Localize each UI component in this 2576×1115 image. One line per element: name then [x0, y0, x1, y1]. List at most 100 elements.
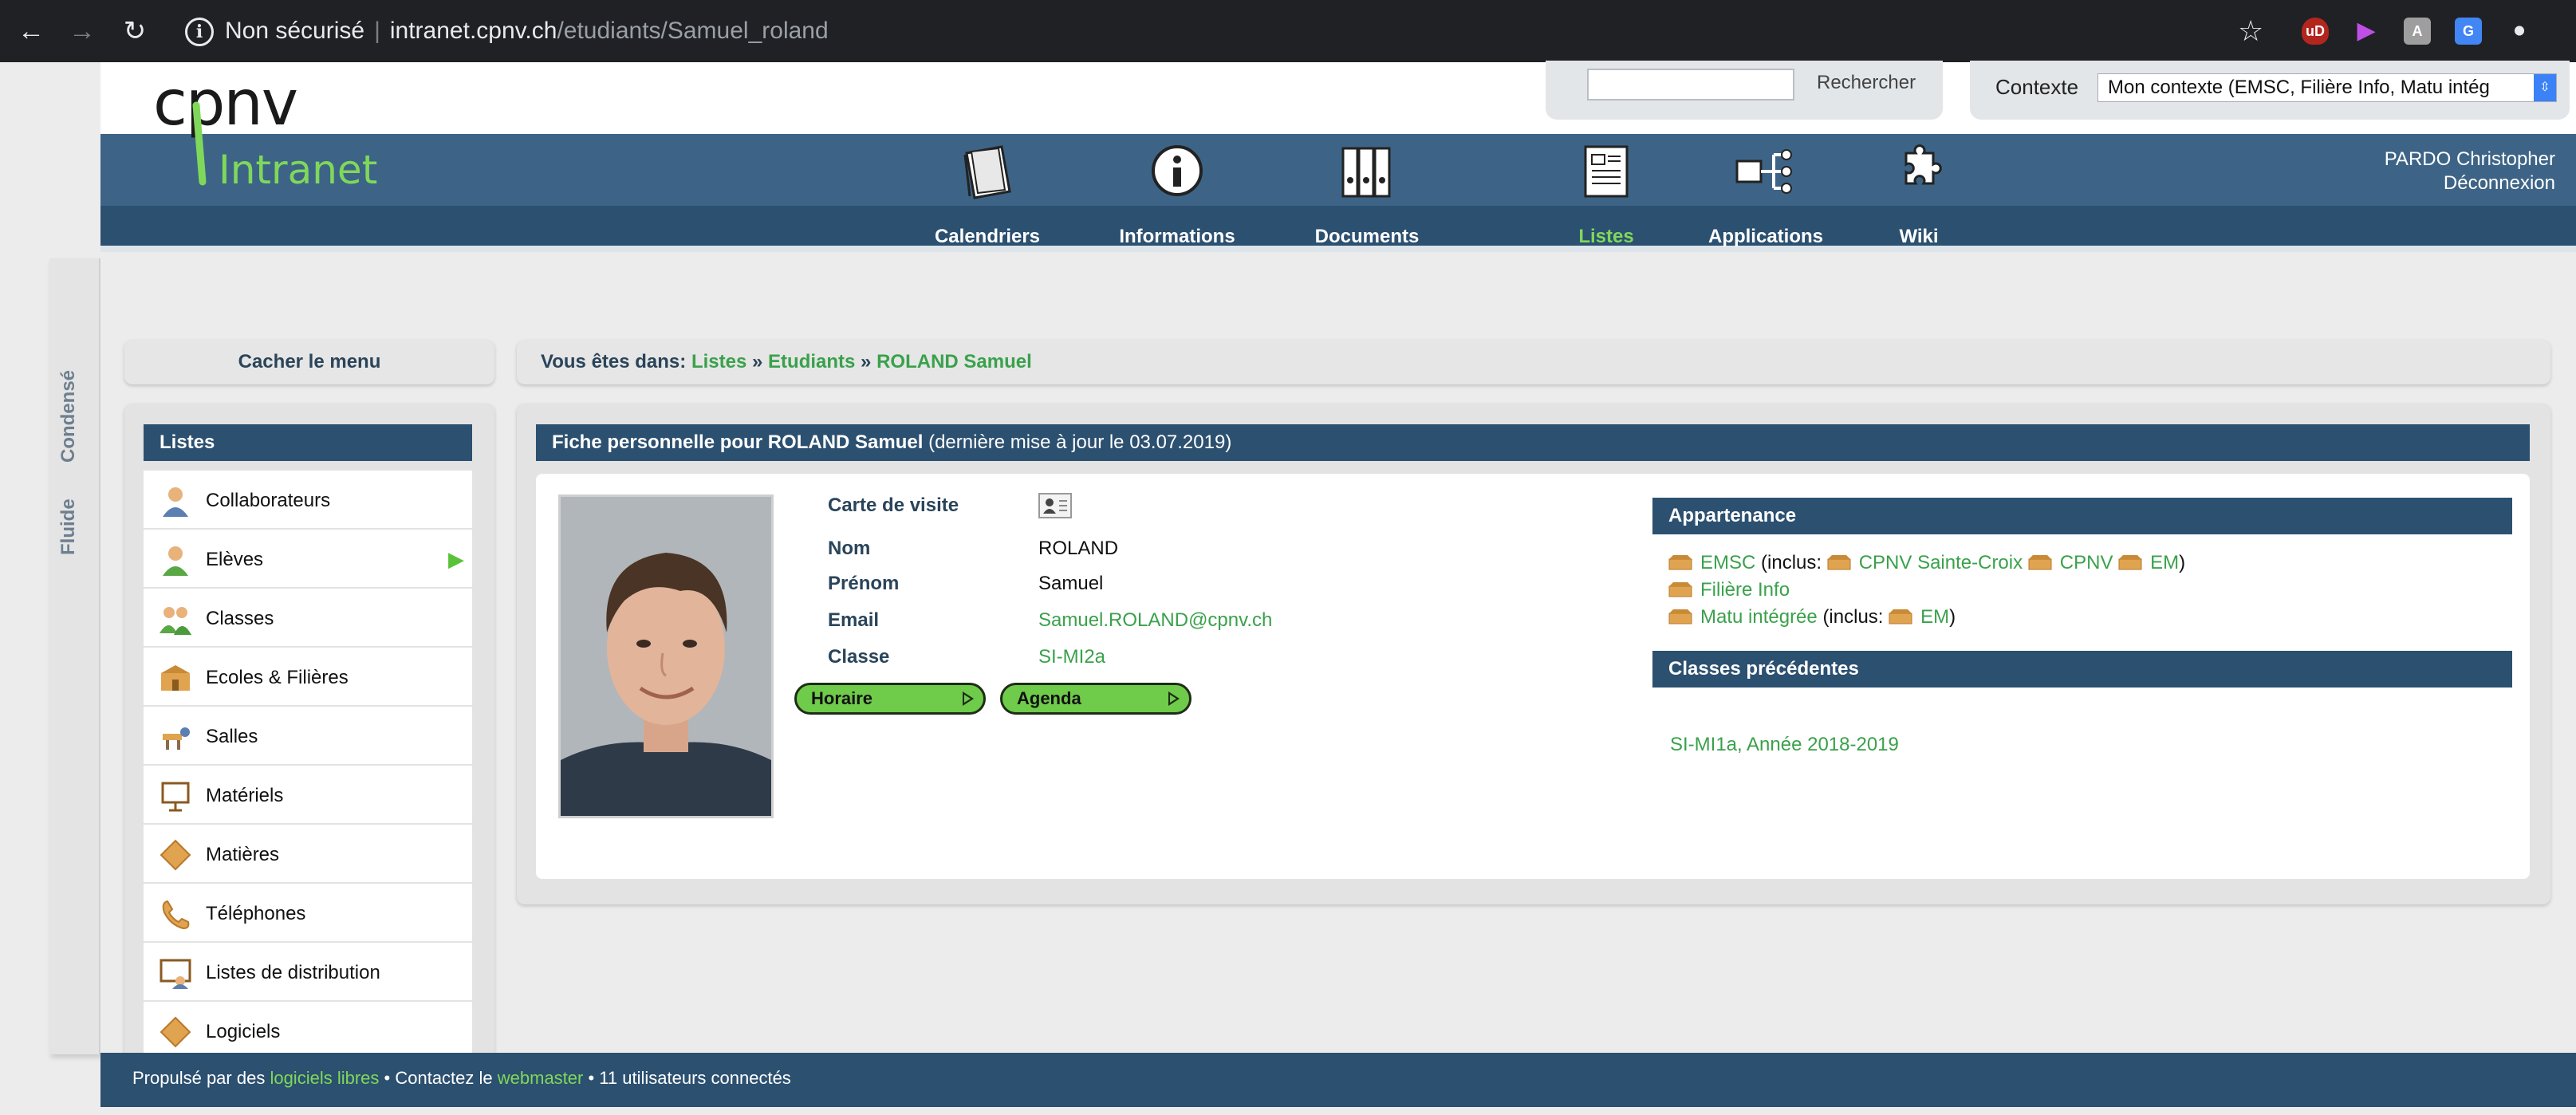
nav-listes[interactable]: Listes — [1518, 144, 1694, 248]
menu-item-materiels[interactable]: Matériels — [144, 766, 472, 825]
school-box-icon — [1668, 555, 1692, 570]
email-link[interactable]: Samuel.ROLAND@cpnv.ch — [1038, 609, 1272, 632]
nav-documents[interactable]: Documents — [1279, 144, 1455, 248]
back-icon[interactable]: ← — [14, 14, 48, 48]
matu-integree-link[interactable]: Matu intégrée — [1700, 606, 1818, 628]
svg-text:Intranet: Intranet — [219, 147, 377, 193]
user-name[interactable]: PARDO Christopher — [2385, 148, 2555, 171]
room-icon — [163, 727, 190, 750]
condensed-tab[interactable]: Condensé — [57, 370, 80, 463]
menu-item-logiciels[interactable]: Logiciels — [144, 1002, 472, 1061]
main-container: cpnv Intranet Rechercher Contexte Mon co… — [100, 61, 2576, 1107]
content-area: Cacher le menu Vous êtes dans: Listes » … — [100, 252, 2576, 1089]
menu-item-salles[interactable]: Salles — [144, 707, 472, 766]
vcard-label: Carte de visite — [828, 494, 959, 516]
menu-item-label: Collaborateurs — [206, 490, 331, 511]
nav-label: Wiki — [1899, 226, 1939, 247]
em-link[interactable]: EM — [2150, 552, 2179, 573]
play-extension-icon[interactable]: ▶ — [2353, 18, 2380, 45]
site-info-icon[interactable]: i — [185, 18, 214, 46]
list-icon — [1584, 145, 1629, 198]
filiere-info-link[interactable]: Filière Info — [1700, 579, 1790, 601]
horaire-label: Horaire — [811, 688, 873, 708]
menu-item-collaborateurs[interactable]: Collaborateurs — [144, 471, 472, 530]
svg-text:cpnv: cpnv — [153, 73, 297, 140]
menu-item-listes-distribution[interactable]: Listes de distribution — [144, 943, 472, 1002]
vcard-icon[interactable] — [1038, 493, 1072, 518]
browser-toolbar: ← → ↻ i Non sécurisé | intranet.cpnv.ch/et… — [0, 0, 2576, 62]
bookmark-star-icon[interactable]: ☆ — [2238, 14, 2263, 48]
breadcrumb-current[interactable]: ROLAND Samuel — [876, 351, 1032, 372]
logout-link[interactable]: Déconnexion — [2444, 172, 2555, 195]
context-select[interactable]: Mon contexte (EMSC, Filière Info, Matu i… — [2097, 73, 2557, 102]
menu-item-label: Elèves — [206, 549, 264, 570]
cpnv-sainte-croix-link[interactable]: CPNV Sainte-Croix — [1859, 552, 2023, 573]
search-button[interactable]: Rechercher — [1817, 72, 1916, 94]
school-box-icon — [2118, 555, 2142, 570]
menu-item-classes[interactable]: Classes — [144, 589, 472, 648]
horaire-button[interactable]: Horaire — [794, 683, 986, 715]
cpnv-intranet-logo[interactable]: cpnv Intranet — [150, 73, 421, 193]
appartenance-line-filiere: Filière Info — [1668, 579, 1790, 601]
inclus-open: (inclus: — [1822, 606, 1884, 628]
emsc-link[interactable]: EMSC — [1700, 552, 1755, 573]
school-box-icon — [1668, 582, 1692, 597]
class-group-icon — [160, 607, 191, 635]
applications-icon — [1735, 149, 1792, 194]
nav-calendriers[interactable]: Calendriers — [900, 144, 1075, 248]
collaborator-icon — [163, 487, 188, 517]
select-arrow-icon: ⇳ — [2534, 74, 2556, 101]
google-translate-extension-icon[interactable]: G — [2455, 18, 2482, 45]
agenda-button[interactable]: Agenda — [1000, 683, 1191, 715]
search-panel: Rechercher — [1546, 61, 1943, 120]
hide-menu-button[interactable]: Cacher le menu — [124, 340, 494, 384]
menu-item-telephones[interactable]: Téléphones — [144, 884, 472, 943]
footer-text-2: • Contactez le — [384, 1068, 493, 1088]
nav-wiki[interactable]: Wiki — [1831, 144, 2007, 248]
url-host: intranet.cpnv.ch — [389, 18, 557, 44]
breadcrumb-separator: » — [861, 351, 872, 372]
profile-title-name: Fiche personnelle pour ROLAND Samuel — [552, 431, 924, 453]
nav-informations[interactable]: Informations — [1089, 144, 1265, 248]
webmaster-link[interactable]: webmaster — [498, 1068, 584, 1088]
matu-em-link[interactable]: EM — [1920, 606, 1949, 628]
nom-value: ROLAND — [1038, 538, 1119, 559]
subject-icon — [160, 839, 191, 871]
previous-class-link[interactable]: SI-MI1a, Année 2018-2019 — [1670, 734, 1899, 756]
forward-icon[interactable]: → — [65, 14, 99, 48]
search-input[interactable] — [1587, 69, 1794, 100]
cpnv-link[interactable]: CPNV — [2060, 552, 2113, 573]
menu-item-label: Logiciels — [206, 1021, 281, 1042]
selected-arrow-icon: ▶ — [448, 547, 464, 571]
student-icon — [163, 546, 188, 576]
play-arrow-icon — [1168, 691, 1180, 706]
context-value: Mon contexte (EMSC, Filière Info, Matu i… — [2108, 77, 2490, 98]
ublock-extension-icon[interactable]: uD — [2302, 18, 2329, 45]
breadcrumb-listes[interactable]: Listes — [691, 351, 746, 372]
breadcrumb-etudiants[interactable]: Etudiants — [768, 351, 855, 372]
equipment-icon — [161, 782, 190, 812]
binders-icon — [1341, 147, 1391, 198]
school-box-icon — [1668, 609, 1692, 624]
profile-update-note: (dernière mise à jour le 03.07.2019) — [928, 431, 1232, 453]
security-label: Non sécurisé — [225, 18, 365, 44]
previous-classes-header: Classes précédentes — [1652, 651, 2512, 688]
menu-item-label: Salles — [206, 726, 258, 747]
classe-link[interactable]: SI-MI2a — [1038, 646, 1105, 668]
translate-kana-extension-icon[interactable]: A — [2404, 18, 2431, 45]
menu-item-matieres[interactable]: Matières — [144, 825, 472, 884]
address-bar[interactable]: Non sécurisé | intranet.cpnv.ch/etudiants/… — [225, 16, 829, 46]
fluid-tab[interactable]: Fluide — [57, 498, 80, 555]
reload-icon[interactable]: ↻ — [118, 14, 152, 48]
free-software-link[interactable]: logiciels libres — [270, 1068, 379, 1088]
school-box-icon — [1827, 555, 1851, 570]
menu-item-label: Matériels — [206, 785, 284, 806]
breadcrumb-prefix: Vous êtes dans: — [541, 351, 687, 372]
menu-item-eleves[interactable]: Elèves ▶ — [144, 530, 472, 589]
url-separator: | — [374, 18, 380, 44]
shield-extension-icon[interactable]: ⚫ — [2506, 18, 2533, 45]
nav-applications[interactable]: Applications — [1678, 144, 1853, 248]
inclus-close: ) — [2179, 552, 2186, 573]
menu-item-ecoles-filieres[interactable]: Ecoles & Filières — [144, 648, 472, 707]
menu-item-label: Téléphones — [206, 903, 306, 924]
